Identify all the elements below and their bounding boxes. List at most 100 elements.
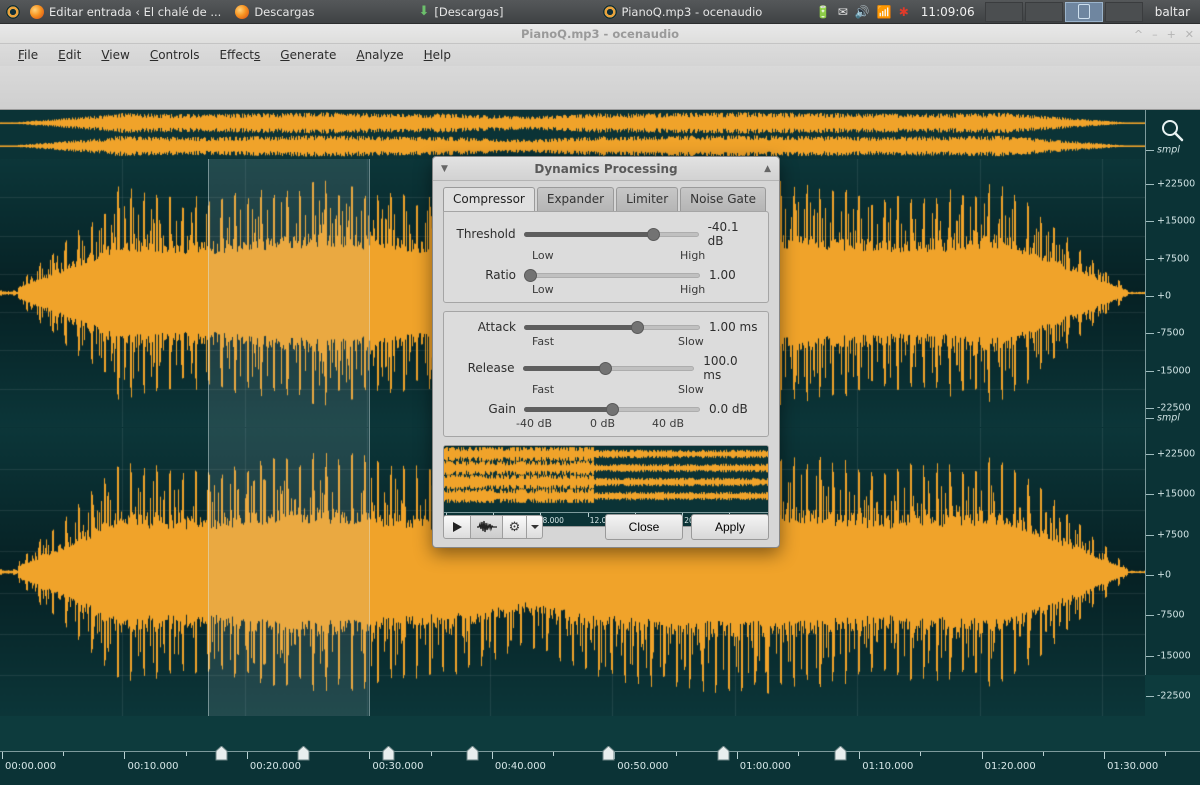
menu-generate[interactable]: Generate: [270, 46, 346, 64]
workspace-3-active[interactable]: [1065, 2, 1103, 22]
taskbar-item-firefox-1[interactable]: Editar entrada ‹ El chalé de ...: [26, 0, 231, 24]
gain-label: Gain: [454, 402, 524, 416]
waveform-icon: [476, 520, 498, 534]
time-tick-label: 01:20.000: [985, 761, 1036, 772]
menu-controls[interactable]: Controls: [140, 46, 210, 64]
preview-waveform-button[interactable]: [471, 515, 503, 539]
menu-edit[interactable]: Edit: [48, 46, 91, 64]
workspace-4[interactable]: [1105, 2, 1143, 22]
amplitude-tick: [1146, 615, 1154, 616]
playhead-marker[interactable]: [382, 746, 395, 761]
ratio-slider[interactable]: [524, 268, 700, 282]
preset-button[interactable]: ⚙: [503, 515, 527, 539]
amplitude-tick: [1146, 418, 1154, 419]
time-minor-tick: [186, 752, 187, 756]
menu-effects[interactable]: Effects: [209, 46, 270, 64]
threshold-slider[interactable]: [524, 227, 699, 241]
playhead-marker[interactable]: [602, 746, 615, 761]
wifi-icon[interactable]: 📶: [877, 5, 892, 19]
time-tick-label: 01:00.000: [740, 761, 791, 772]
preview-canvas[interactable]: [444, 446, 769, 514]
time-minor-tick: [676, 752, 677, 756]
playhead-marker[interactable]: [466, 746, 479, 761]
close-button[interactable]: ✕: [1185, 28, 1194, 41]
chevron-down-icon[interactable]: ▼: [441, 164, 448, 174]
amplitude-tick-label: +0: [1157, 291, 1171, 302]
attack-slider[interactable]: [524, 320, 700, 334]
time-minor-tick: [431, 752, 432, 756]
taskbar-item-ocenaudio[interactable]: PianoQ.mp3 - ocenaudio: [599, 0, 773, 24]
taskbar-item-firefox-2[interactable]: Descargas: [231, 0, 324, 24]
taskbar-item-downloads[interactable]: ⬇ [Descargas]: [414, 0, 513, 24]
amplitude-tick: [1146, 259, 1154, 260]
gain-mid-label: 0 dB: [590, 417, 652, 430]
release-row: Release 100.0 ms: [454, 354, 758, 382]
gain-value: 0.0 dB: [700, 402, 748, 416]
ratio-scale: Low High: [454, 283, 758, 296]
menu-help[interactable]: Help: [414, 46, 461, 64]
maximize-button[interactable]: +: [1167, 28, 1176, 41]
taskbar-username[interactable]: baltar: [1145, 5, 1200, 19]
volume-icon[interactable]: 🔊: [855, 5, 870, 19]
battery-icon[interactable]: 🔋: [816, 5, 831, 19]
workspace-pager[interactable]: [985, 0, 1145, 24]
playhead-marker[interactable]: [834, 746, 847, 761]
attack-row: Attack 1.00 ms: [454, 320, 758, 334]
amplitude-tick: [1146, 333, 1154, 334]
shade-button[interactable]: ^: [1134, 28, 1143, 41]
release-label: Release: [454, 361, 523, 375]
amplitude-tick: [1146, 696, 1154, 697]
amplitude-unit-label: smpl: [1157, 145, 1180, 156]
overview-canvas[interactable]: [0, 110, 1145, 158]
close-button[interactable]: Close: [605, 514, 683, 540]
playhead-marker[interactable]: [297, 746, 310, 761]
tab-compressor[interactable]: Compressor: [443, 187, 535, 211]
menu-file[interactable]: FFileile: [8, 46, 48, 64]
attack-min-label: Fast: [532, 335, 620, 348]
time-tick: [2, 752, 3, 759]
menu-view[interactable]: View: [91, 46, 139, 64]
dialog-titlebar[interactable]: ▼ Dynamics Processing ▲: [433, 157, 779, 181]
preset-dropdown[interactable]: [527, 515, 543, 539]
time-tick: [982, 752, 983, 759]
preview-play-button[interactable]: [443, 515, 471, 539]
dynamics-processing-dialog[interactable]: ▼ Dynamics Processing ▲ Compressor Expan…: [432, 156, 780, 548]
time-tick: [1104, 752, 1105, 759]
time-tick: [369, 752, 370, 759]
amplitude-tick: [1146, 575, 1154, 576]
playhead-marker[interactable]: [717, 746, 730, 761]
gain-row: Gain 0.0 dB: [454, 402, 758, 416]
chevron-up-icon[interactable]: ▲: [764, 164, 771, 174]
minimize-button[interactable]: –: [1152, 28, 1158, 41]
time-ruler[interactable]: 00:00.00000:10.00000:20.00000:30.00000:4…: [0, 751, 1200, 785]
gain-slider[interactable]: [524, 402, 700, 416]
release-scale: Fast Slow: [454, 383, 758, 396]
overview-strip[interactable]: [0, 110, 1145, 158]
release-slider[interactable]: [523, 361, 695, 375]
attack-scale: Fast Slow: [454, 335, 758, 348]
playhead-marker[interactable]: [215, 746, 228, 761]
taskbar-item-label: [Descargas]: [434, 5, 503, 19]
mail-icon[interactable]: ✉: [838, 5, 848, 19]
menu-analyze[interactable]: Analyze: [346, 46, 413, 64]
tab-expander[interactable]: Expander: [537, 187, 614, 211]
amplitude-tick-label: +15000: [1157, 216, 1195, 227]
window-titlebar[interactable]: PianoQ.mp3 - ocenaudio ^ – + ✕: [0, 24, 1200, 44]
tab-noise-gate[interactable]: Noise Gate: [680, 187, 766, 211]
amplitude-tick-label: -7500: [1157, 610, 1185, 621]
gear-icon: ⚙: [509, 520, 521, 535]
amplitude-tick: [1146, 408, 1154, 409]
alert-icon[interactable]: ✱: [899, 5, 909, 19]
workspace-2[interactable]: [1025, 2, 1063, 22]
selection-end-handle[interactable]: [369, 159, 370, 716]
window-controls: ^ – + ✕: [1134, 24, 1194, 44]
screen: Editar entrada ‹ El chalé de ... Descarg…: [0, 0, 1200, 675]
taskbar-item-label: Descargas: [254, 5, 314, 19]
selection-region[interactable]: [208, 159, 369, 716]
magnifier-icon[interactable]: [1160, 118, 1186, 144]
workspace-1[interactable]: [985, 2, 1023, 22]
apply-button[interactable]: Apply: [691, 514, 769, 540]
selection-start-handle[interactable]: [208, 159, 209, 716]
amplitude-tick-label: +15000: [1157, 489, 1195, 500]
tab-limiter[interactable]: Limiter: [616, 187, 678, 211]
